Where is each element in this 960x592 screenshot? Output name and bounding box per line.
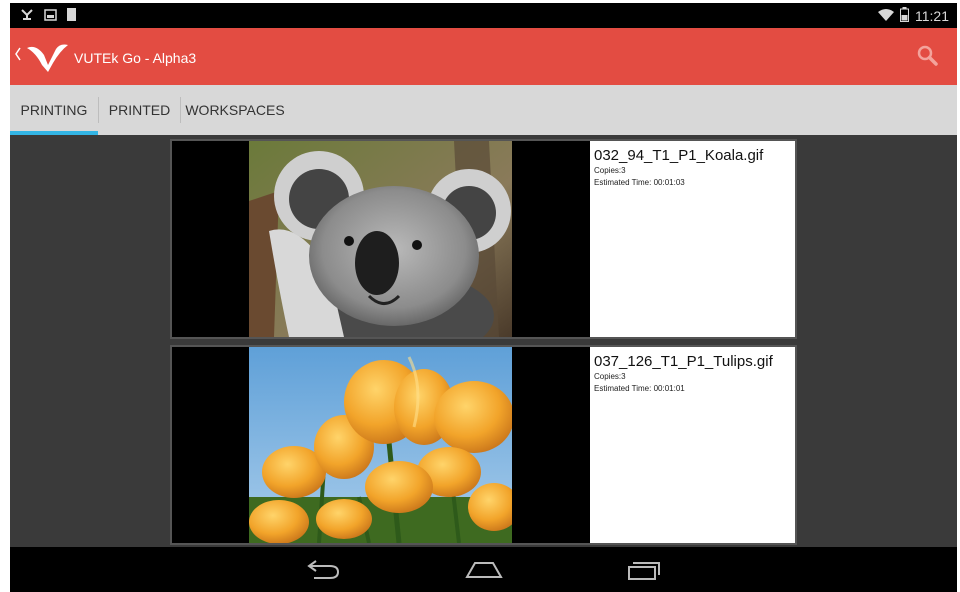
job-filename: 037_126_T1_P1_Tulips.gif [594,353,773,370]
app-title: VUTEk Go - Alpha3 [74,50,197,66]
job-copies: Copies:3 [594,372,626,381]
print-queue-list[interactable]: 032_94_T1_P1_Koala.gif Copies:3 Estimate… [10,135,957,547]
up-chevron-icon[interactable] [14,47,22,66]
image-notification-icon [44,8,57,26]
tab-bar: PRINTING PRINTED WORKSPACES [10,85,957,135]
tab-label: PRINTING [20,102,88,118]
job-estimated-time: Estimated Time: 00:01:01 [594,384,685,393]
tab-label: PRINTED [108,102,171,118]
wifi-icon [878,8,894,24]
job-thumbnail-koala [249,141,512,337]
device-screen: 11:21 VUTEk Go - Alpha3 PRINTING PRINTED [10,3,957,592]
job-filename: 032_94_T1_P1_Koala.gif [594,147,764,164]
usb-icon [20,8,34,26]
battery-icon [900,7,909,25]
battery-notification-icon [67,8,76,26]
recent-apps-icon[interactable] [626,557,662,586]
back-icon[interactable] [306,557,342,586]
search-icon[interactable] [917,45,939,72]
action-bar: VUTEk Go - Alpha3 [10,28,957,85]
tab-label: WORKSPACES [185,102,285,118]
tab-printed[interactable]: PRINTED [99,85,180,135]
tab-workspaces[interactable]: WORKSPACES [181,85,289,135]
print-job-card[interactable]: 032_94_T1_P1_Koala.gif Copies:3 Estimate… [170,139,797,339]
navigation-bar [10,547,957,592]
job-copies: Copies:3 [594,166,626,175]
home-icon[interactable] [465,557,503,586]
job-estimated-time: Estimated Time: 00:01:03 [594,178,685,187]
print-job-card[interactable]: 037_126_T1_P1_Tulips.gif Copies:3 Estima… [170,345,797,545]
clock: 11:21 [915,8,949,24]
job-details: 037_126_T1_P1_Tulips.gif Copies:3 Estima… [590,347,795,543]
status-bar: 11:21 [10,3,957,28]
vutek-logo[interactable] [26,41,70,78]
job-thumbnail-tulips [249,347,512,543]
tab-printing[interactable]: PRINTING [10,85,98,135]
job-details: 032_94_T1_P1_Koala.gif Copies:3 Estimate… [590,141,795,337]
